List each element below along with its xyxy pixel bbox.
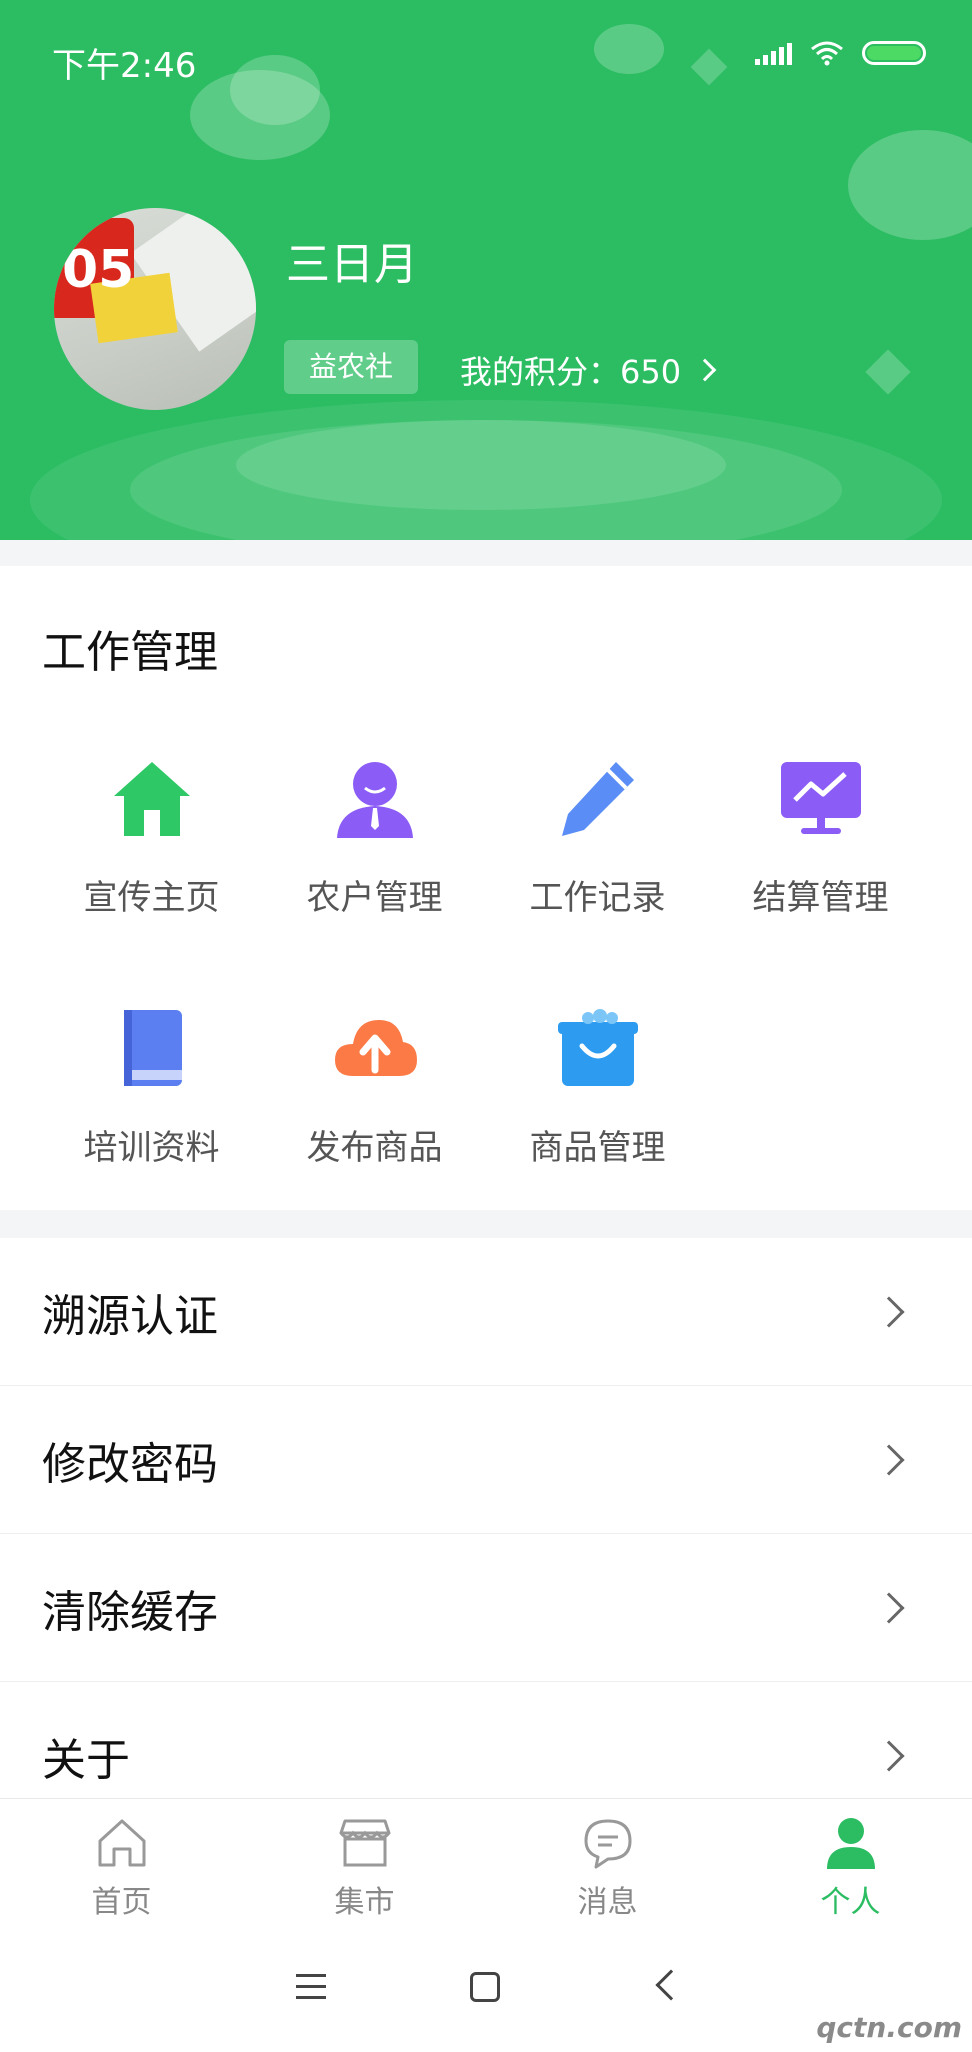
list-item-label: 修改密码: [42, 1438, 218, 1490]
tab-home[interactable]: 首页: [0, 1799, 243, 1924]
chevron-right-icon: [693, 358, 717, 382]
grid-item-label: 结算管理: [752, 878, 889, 918]
farmer-user-icon: [333, 756, 417, 840]
points-label: 我的积分：650: [460, 353, 682, 391]
profile-header: 下午2:46 05 三日月 益农社 我的积分：650: [0, 0, 972, 540]
tab-market[interactable]: 集市: [243, 1799, 486, 1924]
bottom-tab-bar: 首页 集市 消息 个人: [0, 1798, 972, 1924]
tab-label: 个人: [820, 1885, 881, 1920]
tab-messages[interactable]: 消息: [486, 1799, 729, 1924]
chevron-right-icon: [873, 1295, 905, 1328]
diamond-decoration: [690, 48, 728, 86]
org-badge: 益农社: [284, 340, 418, 394]
ellipse-decoration: [236, 420, 726, 510]
store-icon: [337, 1815, 393, 1871]
grid-item-label: 宣传主页: [83, 878, 220, 918]
work-management-section: 工作管理 宣传主页 农户管理 工作记录 结算管理 培训资料 发布商品 商品管理: [0, 566, 972, 1210]
list-item-about[interactable]: 关于: [0, 1682, 972, 1800]
grid-item-product-management[interactable]: 商品管理: [486, 1006, 709, 1169]
status-time: 下午2:46: [52, 46, 197, 86]
book-icon: [110, 1006, 194, 1090]
cloud-decoration: [594, 24, 664, 74]
tab-label: 首页: [91, 1885, 152, 1920]
grid-item-settlement[interactable]: 结算管理: [709, 756, 932, 919]
grid-item-publish-product[interactable]: 发布商品: [263, 1006, 486, 1169]
chevron-right-icon: [873, 1443, 905, 1476]
diamond-decoration: [865, 349, 911, 395]
watermark: qctn.com: [816, 2011, 962, 2044]
list-item-label: 清除缓存: [42, 1586, 218, 1638]
cloud-decoration: [848, 130, 972, 240]
monitor-chart-icon: [779, 756, 863, 840]
shopping-bag-icon: [556, 1006, 640, 1090]
chevron-right-icon: [873, 1740, 905, 1772]
back-icon[interactable]: [655, 1969, 687, 2001]
menu-icon[interactable]: [296, 1974, 326, 2007]
pencil-icon: [556, 756, 640, 840]
list-item-label: 溯源认证: [42, 1290, 218, 1342]
status-icons: [755, 40, 926, 66]
grid-item-training-materials[interactable]: 培训资料: [40, 1006, 263, 1169]
wifi-icon: [811, 41, 843, 66]
chat-icon: [580, 1815, 636, 1871]
grid-item-label: 发布商品: [306, 1128, 443, 1168]
tab-label: 集市: [334, 1885, 395, 1920]
cloud-upload-icon: [333, 1006, 417, 1090]
home-square-icon[interactable]: [470, 1972, 500, 2002]
tab-profile[interactable]: 个人: [729, 1799, 972, 1924]
section-title: 工作管理: [42, 627, 218, 678]
home-icon: [110, 756, 194, 840]
list-item-label: 关于: [42, 1735, 130, 1786]
grid-item-work-record[interactable]: 工作记录: [486, 756, 709, 919]
battery-icon: [862, 41, 926, 65]
grid-item-label: 工作记录: [529, 878, 666, 918]
points-link[interactable]: 我的积分：650: [460, 347, 717, 393]
list-item-traceability[interactable]: 溯源认证: [0, 1238, 972, 1386]
person-icon: [823, 1815, 879, 1871]
home-outline-icon: [94, 1815, 150, 1871]
tab-label: 消息: [577, 1885, 638, 1920]
grid-item-label: 培训资料: [83, 1128, 220, 1168]
cloud-decoration: [230, 55, 320, 125]
list-item-clear-cache[interactable]: 清除缓存: [0, 1534, 972, 1682]
chevron-right-icon: [873, 1591, 905, 1624]
grid-item-promo-home[interactable]: 宣传主页: [40, 756, 263, 919]
system-nav-bar: qctn.com: [0, 1924, 972, 2052]
grid-item-label: 农户管理: [306, 878, 443, 918]
list-item-change-password[interactable]: 修改密码: [0, 1386, 972, 1534]
grid-item-farmer-management[interactable]: 农户管理: [263, 756, 486, 919]
signal-icon: [755, 41, 792, 65]
username: 三日月: [286, 239, 418, 290]
grid-item-label: 商品管理: [529, 1128, 666, 1168]
avatar[interactable]: 05: [54, 208, 256, 410]
settings-list: 溯源认证 修改密码 清除缓存 关于: [0, 1238, 972, 1800]
